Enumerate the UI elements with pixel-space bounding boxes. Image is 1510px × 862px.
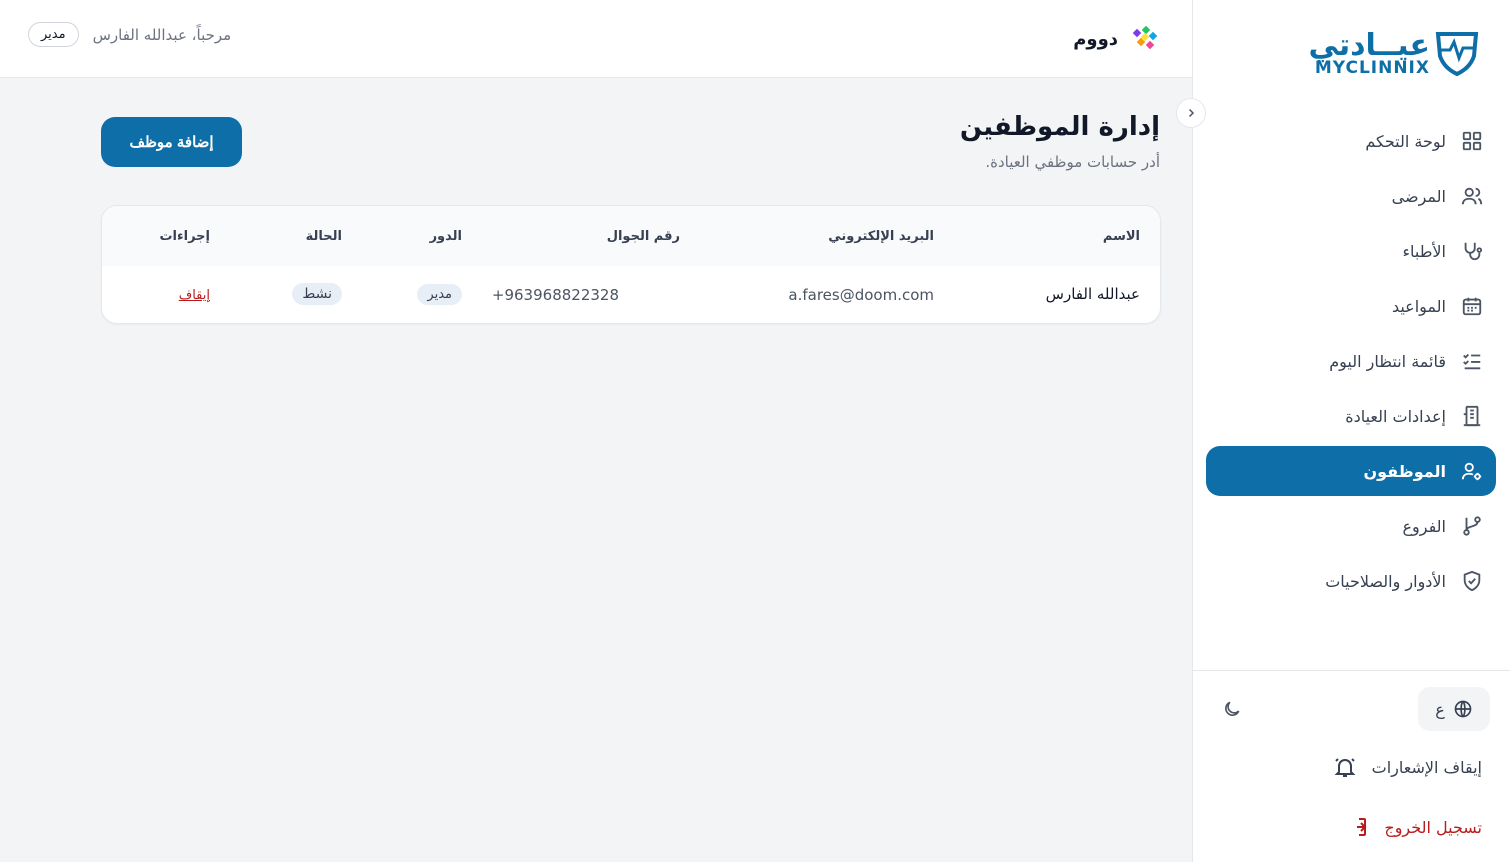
sidebar-item-label: الأطباء xyxy=(1402,241,1446,261)
sidebar: عيــادتي MYCLINNIX لوحة التحكم المرضى ال… xyxy=(1192,0,1510,862)
user-info: مدير مرحباً، عبدالله الفارس xyxy=(28,22,231,47)
clinic-brand: دووم xyxy=(1073,24,1160,54)
shield-check-icon xyxy=(1460,569,1484,593)
sidebar-item-doctors[interactable]: الأطباء xyxy=(1206,226,1496,276)
chevron-right-icon xyxy=(1188,108,1195,118)
git-branch-icon xyxy=(1460,514,1484,538)
sidebar-item-label: المواعيد xyxy=(1391,296,1446,316)
top-header: دووم مدير مرحباً، عبدالله الفارس xyxy=(0,0,1192,78)
logout-label: تسجيل الخروج xyxy=(1384,817,1482,837)
welcome-text: مرحباً، عبدالله الفارس xyxy=(92,25,232,44)
sidebar-item-label: إعدادات العيادة xyxy=(1345,406,1446,426)
grid-icon xyxy=(1460,129,1484,153)
column-header-role: الدور xyxy=(429,229,462,244)
column-header-actions: إجراءات xyxy=(159,229,210,244)
table-header: الاسم البريد الإلكتروني رقم الجوال الدور… xyxy=(102,206,1160,266)
bell-icon xyxy=(1332,754,1358,780)
column-header-name: الاسم xyxy=(1102,229,1140,244)
sidebar-item-label: لوحة التحكم xyxy=(1365,131,1446,151)
shield-heartbeat-icon xyxy=(1435,32,1479,77)
user-role-badge: مدير xyxy=(28,22,79,47)
user-gear-icon xyxy=(1460,459,1484,483)
sidebar-item-patients[interactable]: المرضى xyxy=(1206,171,1496,221)
cell-email: a.fares@doom.com xyxy=(788,286,934,304)
sidebar-nav: لوحة التحكم المرضى الأطباء المواعيد قائم… xyxy=(1206,116,1496,611)
mute-notifications-label: إيقاف الإشعارات xyxy=(1371,757,1482,777)
column-header-status: الحالة xyxy=(305,229,342,244)
deactivate-link[interactable]: إيقاف xyxy=(179,288,210,303)
cell-phone: +963968822328 xyxy=(491,286,619,304)
language-label: ع xyxy=(1435,699,1445,719)
sidebar-item-label: الموظفون xyxy=(1363,461,1446,481)
building-icon xyxy=(1460,404,1484,428)
list-check-icon xyxy=(1460,349,1484,373)
cell-name: عبدالله الفارس xyxy=(1045,285,1140,303)
sidebar-item-branches[interactable]: الفروع xyxy=(1206,501,1496,551)
sidebar-item-roles-permissions[interactable]: الأدوار والصلاحيات xyxy=(1206,556,1496,606)
column-header-phone: رقم الجوال xyxy=(606,229,680,244)
app-logo: عيــادتي MYCLINNIX xyxy=(1308,26,1482,82)
sidebar-item-label: المرضى xyxy=(1391,186,1446,206)
page-subtitle: أدر حسابات موظفي العيادة. xyxy=(985,153,1160,171)
globe-icon xyxy=(1454,700,1472,718)
sidebar-collapse-button[interactable] xyxy=(1176,98,1206,128)
logout-icon xyxy=(1344,814,1370,840)
stethoscope-icon xyxy=(1460,239,1484,263)
add-employee-button[interactable]: إضافة موظف xyxy=(101,117,242,167)
clinic-logo-icon xyxy=(1132,25,1158,50)
sidebar-item-waiting-list[interactable]: قائمة انتظار اليوم xyxy=(1206,336,1496,386)
sidebar-item-employees[interactable]: الموظفون xyxy=(1206,446,1496,496)
sidebar-item-dashboard[interactable]: لوحة التحكم xyxy=(1206,116,1496,166)
language-toggle[interactable]: ع xyxy=(1418,687,1490,731)
status-badge: نشط xyxy=(292,283,342,305)
logout-button[interactable]: تسجيل الخروج xyxy=(1344,814,1482,840)
users-icon xyxy=(1460,184,1484,208)
calendar-icon xyxy=(1460,294,1484,318)
sidebar-item-label: الأدوار والصلاحيات xyxy=(1325,571,1446,591)
page-title: إدارة الموظفين xyxy=(959,112,1160,142)
clinic-name: دووم xyxy=(1073,28,1118,50)
moon-icon[interactable] xyxy=(1222,699,1244,721)
sidebar-item-label: الفروع xyxy=(1402,516,1446,536)
role-badge: مدير xyxy=(417,284,462,305)
logo-english-text: MYCLINNIX xyxy=(1314,58,1430,78)
employees-table: الاسم البريد الإلكتروني رقم الجوال الدور… xyxy=(101,205,1161,324)
sidebar-item-label: قائمة انتظار اليوم xyxy=(1329,351,1446,371)
sidebar-divider xyxy=(1192,670,1510,671)
mute-notifications-button[interactable]: إيقاف الإشعارات xyxy=(1332,754,1482,780)
sidebar-item-appointments[interactable]: المواعيد xyxy=(1206,281,1496,331)
column-header-email: البريد الإلكتروني xyxy=(828,229,934,244)
sidebar-item-clinic-settings[interactable]: إعدادات العيادة xyxy=(1206,391,1496,441)
